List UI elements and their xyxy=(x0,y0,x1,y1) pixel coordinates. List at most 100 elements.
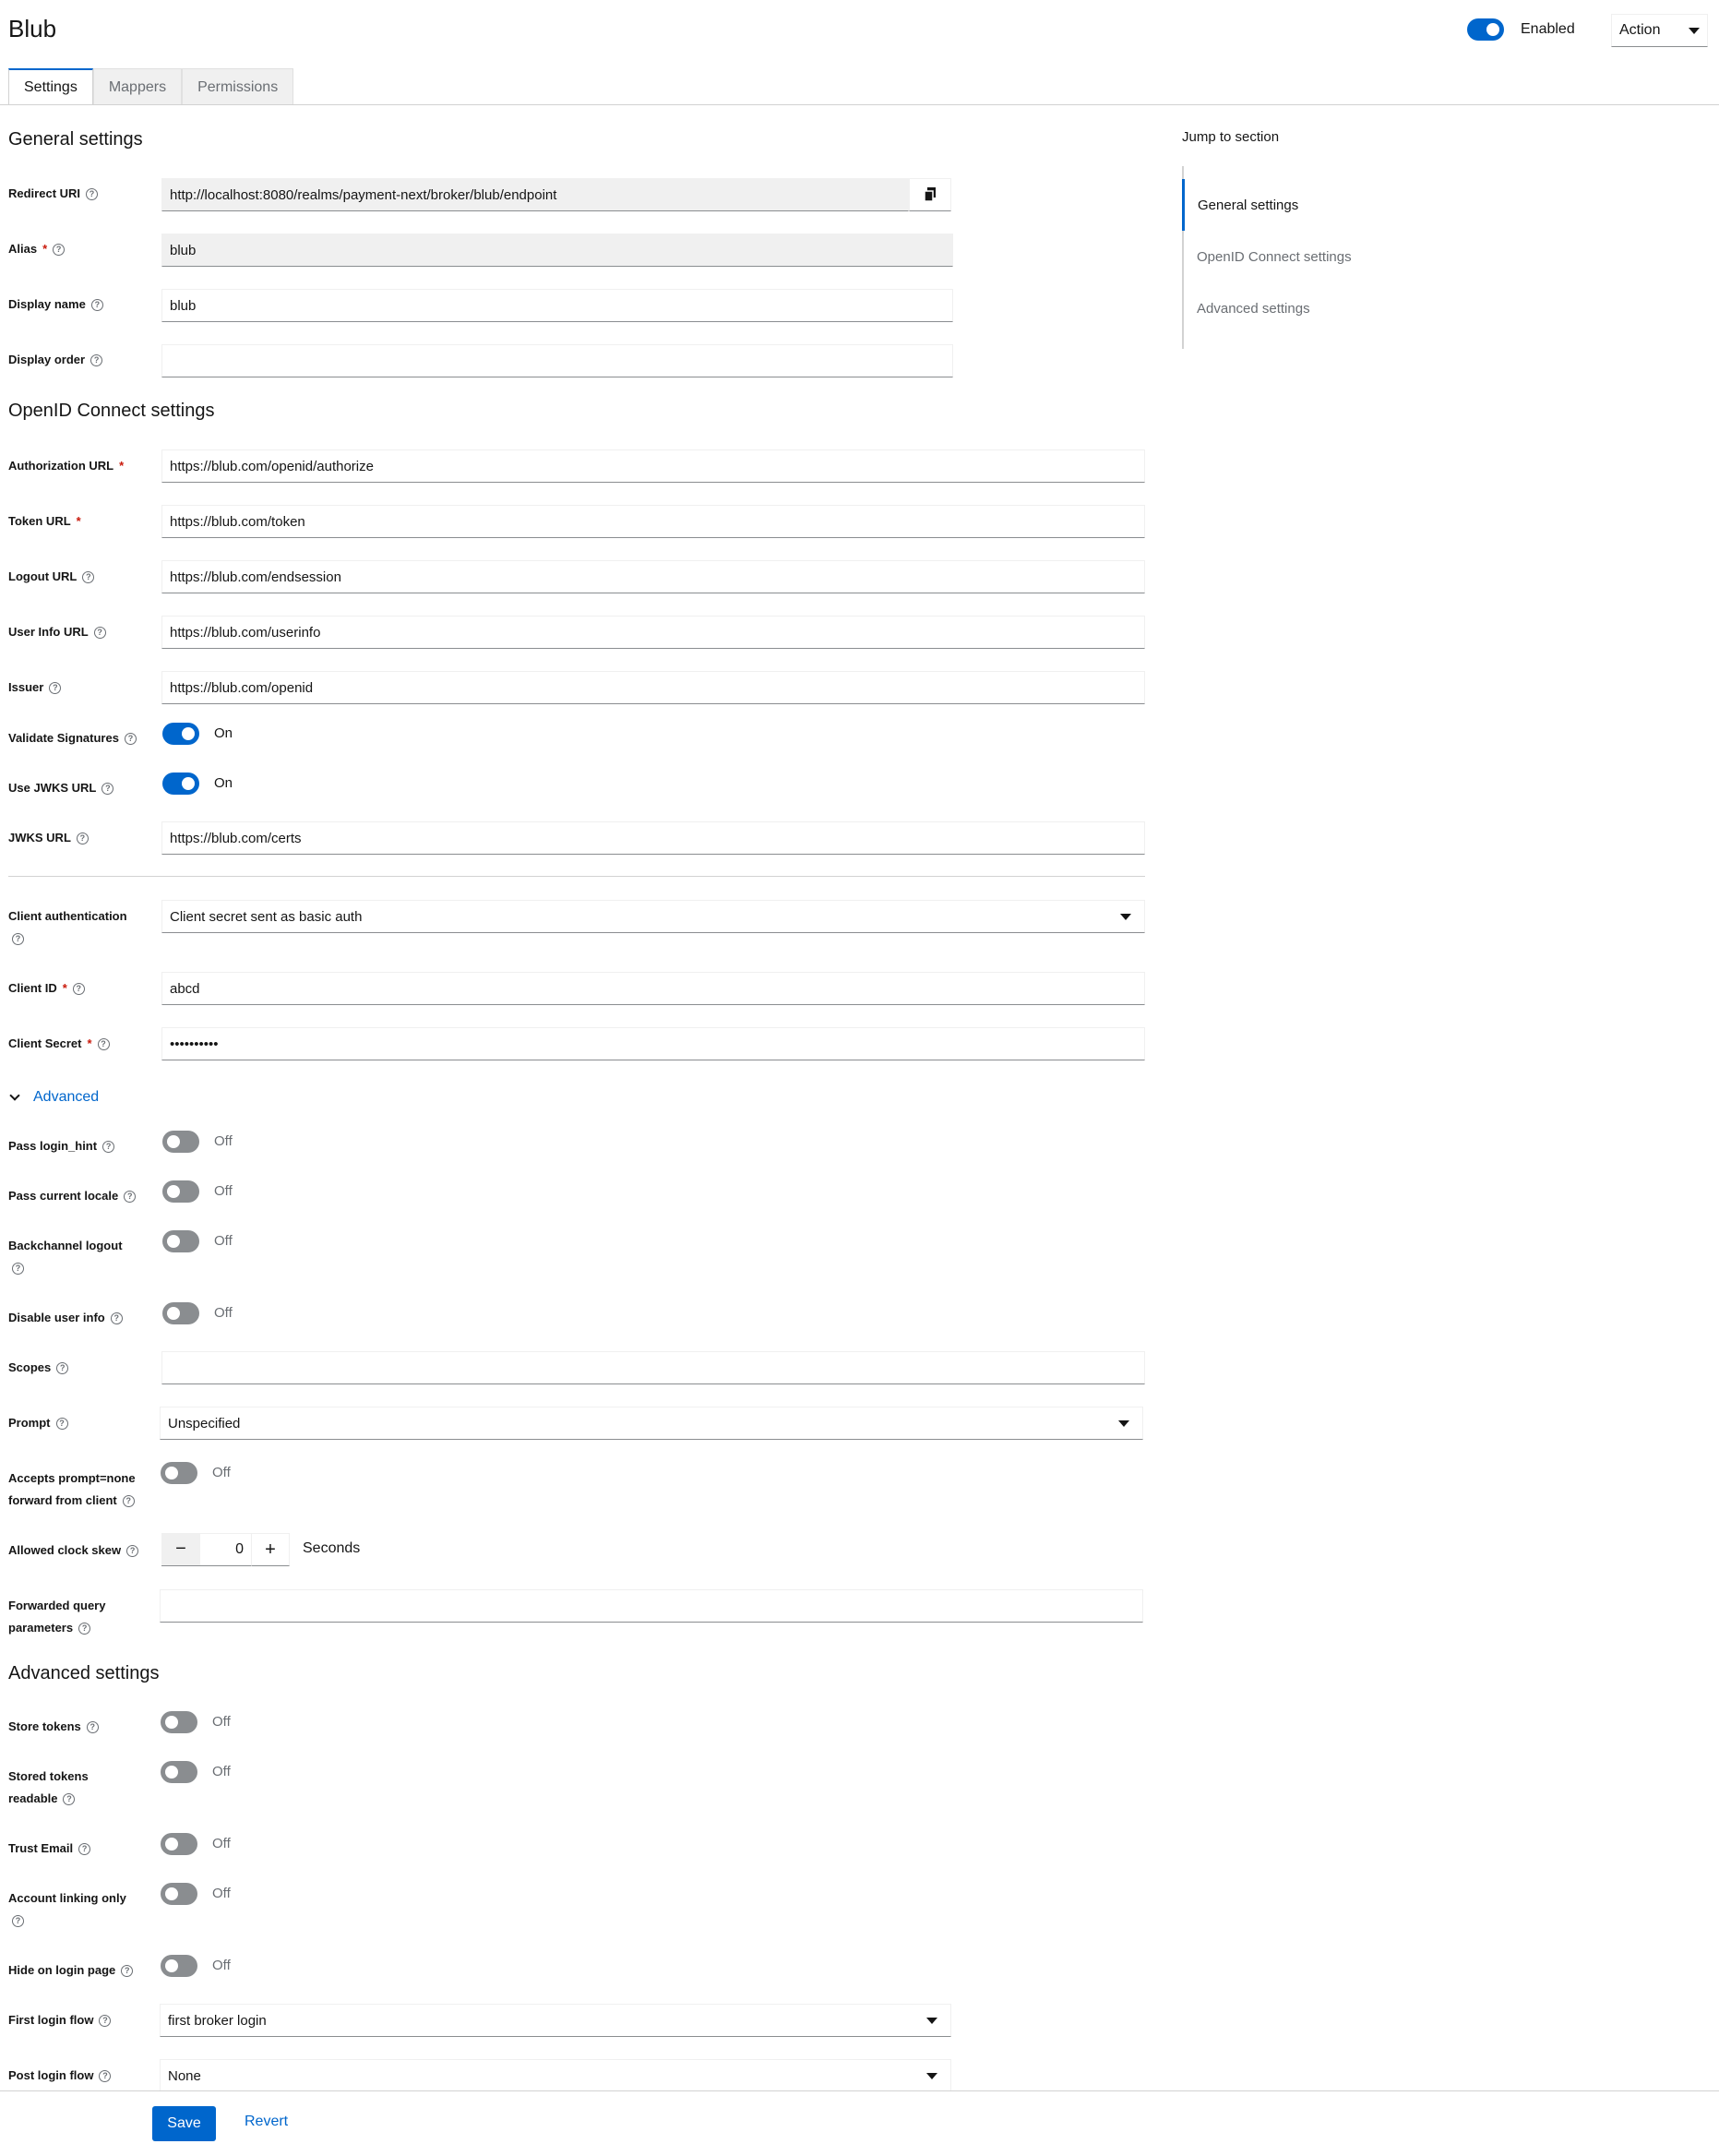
disable-user-info-label: Disable user info? xyxy=(8,1307,123,1329)
first-login-flow-value: first broker login xyxy=(168,2012,267,2029)
jump-link-oidc-settings[interactable]: OpenID Connect settings xyxy=(1184,231,1403,282)
client-secret-label: Client Secret *? xyxy=(8,1033,110,1055)
toggle-knob xyxy=(1486,23,1499,36)
clock-skew-input[interactable]: 0 xyxy=(200,1533,251,1566)
post-login-flow-select[interactable]: None xyxy=(160,2059,951,2092)
disable-user-info-toggle[interactable] xyxy=(162,1302,199,1324)
required-indicator: * xyxy=(87,1036,92,1050)
help-icon[interactable]: ? xyxy=(90,354,103,367)
action-dropdown[interactable]: Action xyxy=(1611,14,1708,47)
tab-bar: Settings Mappers Permissions xyxy=(8,68,294,105)
account-linking-only-state: Off xyxy=(212,1886,231,1901)
help-icon[interactable]: ? xyxy=(49,682,62,695)
help-icon[interactable]: ? xyxy=(121,1965,134,1978)
help-icon[interactable]: ? xyxy=(78,1843,91,1856)
help-icon[interactable]: ? xyxy=(12,1263,24,1276)
required-indicator: * xyxy=(76,514,81,528)
backchannel-logout-toggle[interactable] xyxy=(162,1230,199,1252)
display-name-field[interactable]: blub xyxy=(161,289,953,322)
redirect-uri-label: Redirect URI? xyxy=(8,183,99,205)
toggle-knob xyxy=(165,1959,178,1972)
client-secret-field[interactable]: •••••••••• xyxy=(161,1027,1145,1060)
validate-signatures-label: Validate Signatures? xyxy=(8,727,137,749)
alias-field[interactable]: blub xyxy=(161,234,953,267)
revert-button[interactable]: Revert xyxy=(245,2114,288,2130)
help-icon[interactable]: ? xyxy=(124,1191,137,1204)
use-jwks-url-toggle[interactable] xyxy=(162,773,199,795)
scopes-field[interactable] xyxy=(161,1351,1145,1384)
accepts-prompt-none-toggle[interactable] xyxy=(161,1462,197,1484)
section-divider xyxy=(8,876,1145,877)
help-icon[interactable]: ? xyxy=(86,1721,99,1734)
backchannel-logout-label: Backchannel logout? xyxy=(8,1239,123,1276)
issuer-field[interactable]: https://blub.com/openid xyxy=(161,671,1145,704)
copy-button[interactable] xyxy=(909,178,951,211)
help-icon[interactable]: ? xyxy=(110,1312,123,1325)
first-login-flow-select[interactable]: first broker login xyxy=(160,2004,951,2037)
toggle-knob xyxy=(167,1135,180,1148)
help-icon[interactable]: ? xyxy=(55,1418,68,1431)
jump-link-advanced-settings[interactable]: Advanced settings xyxy=(1184,282,1403,334)
redirect-uri-field[interactable]: http://localhost:8080/realms/payment-nex… xyxy=(161,178,909,211)
help-icon[interactable]: ? xyxy=(126,1545,139,1558)
allowed-clock-skew-label: Allowed clock skew? xyxy=(8,1539,139,1562)
trust-email-toggle[interactable] xyxy=(161,1833,197,1855)
forwarded-query-parameters-label: Forwarded query parameters? xyxy=(8,1599,106,1635)
jump-link-general-settings[interactable]: General settings xyxy=(1182,179,1402,231)
post-login-flow-value: None xyxy=(168,2067,201,2084)
pass-login-hint-toggle[interactable] xyxy=(162,1131,199,1153)
help-icon[interactable]: ? xyxy=(102,1141,115,1154)
token-url-field[interactable]: https://blub.com/token xyxy=(161,505,1145,538)
help-icon[interactable]: ? xyxy=(122,1495,135,1508)
help-icon[interactable]: ? xyxy=(90,299,103,312)
authorization-url-field[interactable]: https://blub.com/openid/authorize xyxy=(161,449,1145,483)
prompt-select[interactable]: Unspecified xyxy=(160,1407,1143,1440)
hide-on-login-page-toggle[interactable] xyxy=(161,1955,197,1977)
pass-current-locale-toggle[interactable] xyxy=(162,1180,199,1203)
enabled-toggle[interactable] xyxy=(1467,18,1504,41)
help-icon[interactable]: ? xyxy=(82,571,95,584)
help-icon[interactable]: ? xyxy=(99,2070,112,2083)
help-icon[interactable]: ? xyxy=(97,1038,110,1051)
jwks-url-label: JWKS URL? xyxy=(8,827,89,849)
tab-mappers[interactable]: Mappers xyxy=(92,68,183,105)
advanced-expander[interactable]: Advanced xyxy=(9,1089,99,1106)
help-icon[interactable]: ? xyxy=(76,832,89,845)
pass-current-locale-state: Off xyxy=(214,1183,233,1199)
help-icon[interactable]: ? xyxy=(53,244,66,257)
help-icon[interactable]: ? xyxy=(72,983,85,996)
decrement-button[interactable]: − xyxy=(161,1533,200,1566)
toggle-knob xyxy=(165,1887,178,1900)
copy-icon xyxy=(924,187,936,202)
store-tokens-toggle[interactable] xyxy=(161,1711,197,1733)
client-id-field[interactable]: abcd xyxy=(161,972,1145,1005)
user-info-url-field[interactable]: https://blub.com/userinfo xyxy=(161,616,1145,649)
tab-permissions[interactable]: Permissions xyxy=(182,68,294,105)
account-linking-only-toggle[interactable] xyxy=(161,1883,197,1905)
display-order-field[interactable] xyxy=(161,344,953,377)
forwarded-query-parameters-field[interactable] xyxy=(160,1589,1143,1623)
toggle-knob xyxy=(182,727,195,740)
help-icon[interactable]: ? xyxy=(101,783,114,796)
help-icon[interactable]: ? xyxy=(124,733,137,746)
help-icon[interactable]: ? xyxy=(78,1623,91,1635)
help-icon[interactable]: ? xyxy=(99,2015,112,2028)
post-login-flow-label: Post login flow? xyxy=(8,2065,112,2087)
help-icon[interactable]: ? xyxy=(86,188,99,201)
save-button[interactable]: Save xyxy=(152,2106,216,2141)
jwks-url-field[interactable]: https://blub.com/certs xyxy=(161,821,1145,855)
stored-tokens-readable-toggle[interactable] xyxy=(161,1761,197,1783)
caret-down-icon xyxy=(926,2017,937,2024)
help-icon[interactable]: ? xyxy=(63,1793,76,1806)
help-icon[interactable]: ? xyxy=(12,933,24,946)
logout-url-field[interactable]: https://blub.com/endsession xyxy=(161,560,1145,593)
help-icon[interactable]: ? xyxy=(93,627,106,640)
increment-button[interactable]: + xyxy=(251,1533,290,1566)
help-icon[interactable]: ? xyxy=(56,1362,69,1375)
oidc-settings-title: OpenID Connect settings xyxy=(8,401,215,421)
validate-signatures-toggle[interactable] xyxy=(162,723,199,745)
client-authentication-select[interactable]: Client secret sent as basic auth xyxy=(161,900,1145,933)
tab-settings[interactable]: Settings xyxy=(8,68,93,105)
toggle-knob xyxy=(167,1235,180,1248)
help-icon[interactable]: ? xyxy=(12,1915,24,1928)
